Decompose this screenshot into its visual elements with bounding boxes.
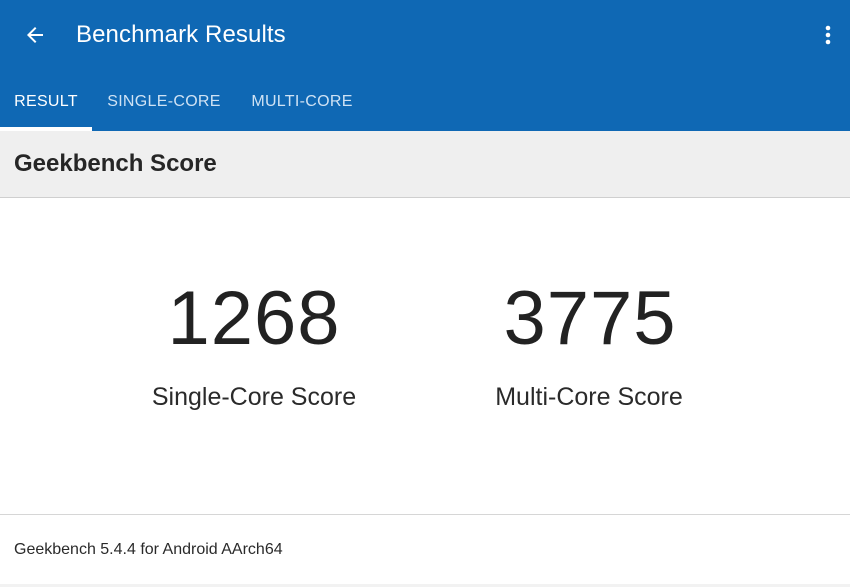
tab-single-core[interactable]: SINGLE-CORE [100, 82, 228, 131]
tab-bar: RESULT SINGLE-CORE MULTI-CORE [0, 82, 850, 131]
single-core-score-block: 1268 Single-Core Score [104, 279, 404, 413]
more-vert-icon [825, 25, 831, 45]
version-info: Geekbench 5.4.4 for Android AArch64 [14, 541, 283, 558]
multi-core-score-block: 3775 Multi-Core Score [440, 279, 740, 413]
app-bar: Benchmark Results RESULT SINGLE-CORE MUL… [0, 0, 850, 131]
multi-core-score-value: 3775 [503, 276, 677, 361]
multi-core-score-label: Multi-Core Score [495, 383, 683, 411]
tab-multi-core[interactable]: MULTI-CORE [240, 82, 364, 131]
single-core-score-value: 1268 [167, 276, 341, 361]
single-core-score-label: Single-Core Score [151, 383, 357, 411]
page-title: Benchmark Results [76, 21, 286, 48]
section-header: Geekbench Score [0, 131, 850, 198]
tab-result[interactable]: RESULT [0, 82, 92, 131]
score-card: 1268 Single-Core Score 3775 Multi-Core S… [0, 199, 850, 514]
overflow-menu-button[interactable] [814, 20, 842, 50]
back-button[interactable] [18, 20, 52, 50]
footer: Geekbench 5.4.4 for Android AArch64 [0, 515, 850, 587]
section-title: Geekbench Score [14, 150, 217, 177]
multi-core-score-label-wrap: Multi-Core Score [440, 381, 740, 413]
arrow-left-icon [27, 27, 43, 43]
